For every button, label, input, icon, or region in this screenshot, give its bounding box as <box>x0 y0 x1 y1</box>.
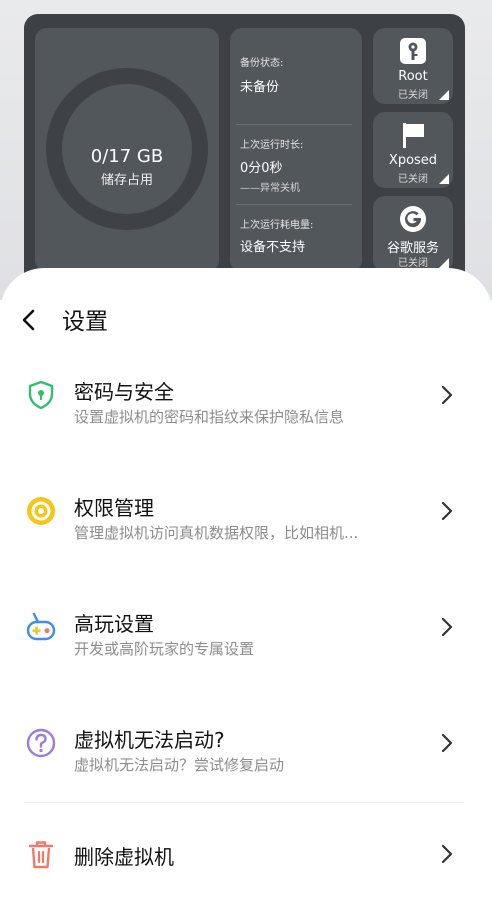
corner-arrow-icon <box>439 90 449 100</box>
settings-item-advanced-settings[interactable]: 高玩设置 开发或高阶玩家的专属设置 <box>0 608 492 704</box>
corner-arrow-icon <box>439 174 449 184</box>
item-description: 设置虚拟机的密码和指纹来保护隐私信息 <box>74 408 345 426</box>
chevron-right-icon <box>441 844 453 864</box>
trash-icon <box>28 841 54 869</box>
item-title: 密码与安全 <box>74 380 174 404</box>
chevron-right-icon <box>441 501 453 521</box>
google-icon <box>400 206 426 232</box>
power-label: 上次运行耗电量: <box>240 220 314 231</box>
item-description: 虚拟机无法启动？尝试修复启动 <box>74 756 285 774</box>
settings-item-password-security[interactable]: 密码与安全 设置虚拟机的密码和指纹来保护隐私信息 <box>0 376 492 472</box>
vm-dashboard: 0/17 GB 储存占用 备份状态: 未备份 上次运行时长: 0分0秒 ——异常… <box>24 14 465 289</box>
section-divider <box>24 802 464 803</box>
item-title: 虚拟机无法启动? <box>74 728 225 752</box>
item-title: 高玩设置 <box>74 612 154 636</box>
target-icon <box>27 497 55 525</box>
key-icon <box>400 38 426 64</box>
question-icon <box>26 728 56 758</box>
flag-icon <box>403 123 424 148</box>
google-services-toggle-tile[interactable]: 谷歌服务 已关闭 <box>373 196 453 272</box>
chevron-right-icon <box>441 617 453 637</box>
settings-item-permission-management[interactable]: 权限管理 管理虚拟机访问真机数据权限，比如相机... <box>0 492 492 588</box>
xposed-toggle-tile[interactable]: Xposed 已关闭 <box>373 112 453 188</box>
status-divider <box>236 124 352 125</box>
item-title: 权限管理 <box>74 496 154 520</box>
status-card: 备份状态: 未备份 上次运行时长: 0分0秒 ——异常关机 上次运行耗电量: 设… <box>230 28 362 272</box>
status-divider <box>236 204 352 205</box>
xposed-tile-name: Xposed <box>388 153 438 168</box>
settings-sheet <box>0 268 492 921</box>
chevron-right-icon <box>441 733 453 753</box>
back-arrow-icon[interactable] <box>16 306 44 334</box>
runtime-note: ——异常关机 <box>240 183 300 194</box>
item-title: 删除虚拟机 <box>74 845 174 869</box>
backup-status-label: 备份状态: <box>240 58 284 69</box>
item-description: 开发或高阶玩家的专属设置 <box>74 640 255 658</box>
settings-item-delete-vm[interactable]: 删除虚拟机 <box>0 838 492 878</box>
runtime-value: 0分0秒 <box>240 161 283 176</box>
page-title: 设置 <box>62 309 108 335</box>
gamepad-icon <box>26 612 56 641</box>
storage-label: 储存占用 <box>100 173 153 188</box>
corner-arrow-icon <box>439 258 449 268</box>
item-description: 管理虚拟机访问真机数据权限，比如相机... <box>74 524 359 542</box>
storage-card[interactable]: 0/17 GB 储存占用 <box>35 28 219 272</box>
runtime-label: 上次运行时长: <box>240 140 304 151</box>
root-tile-name: Root <box>398 69 428 84</box>
chevron-right-icon <box>441 385 453 405</box>
root-toggle-tile[interactable]: Root 已关闭 <box>373 28 453 104</box>
backup-status-value: 未备份 <box>240 80 280 95</box>
storage-value: 0/17 GB <box>90 146 164 167</box>
shield-icon <box>28 380 54 410</box>
settings-item-vm-wont-start[interactable]: 虚拟机无法启动? 虚拟机无法启动？尝试修复启动 <box>0 724 492 820</box>
power-value: 设备不支持 <box>240 240 306 255</box>
